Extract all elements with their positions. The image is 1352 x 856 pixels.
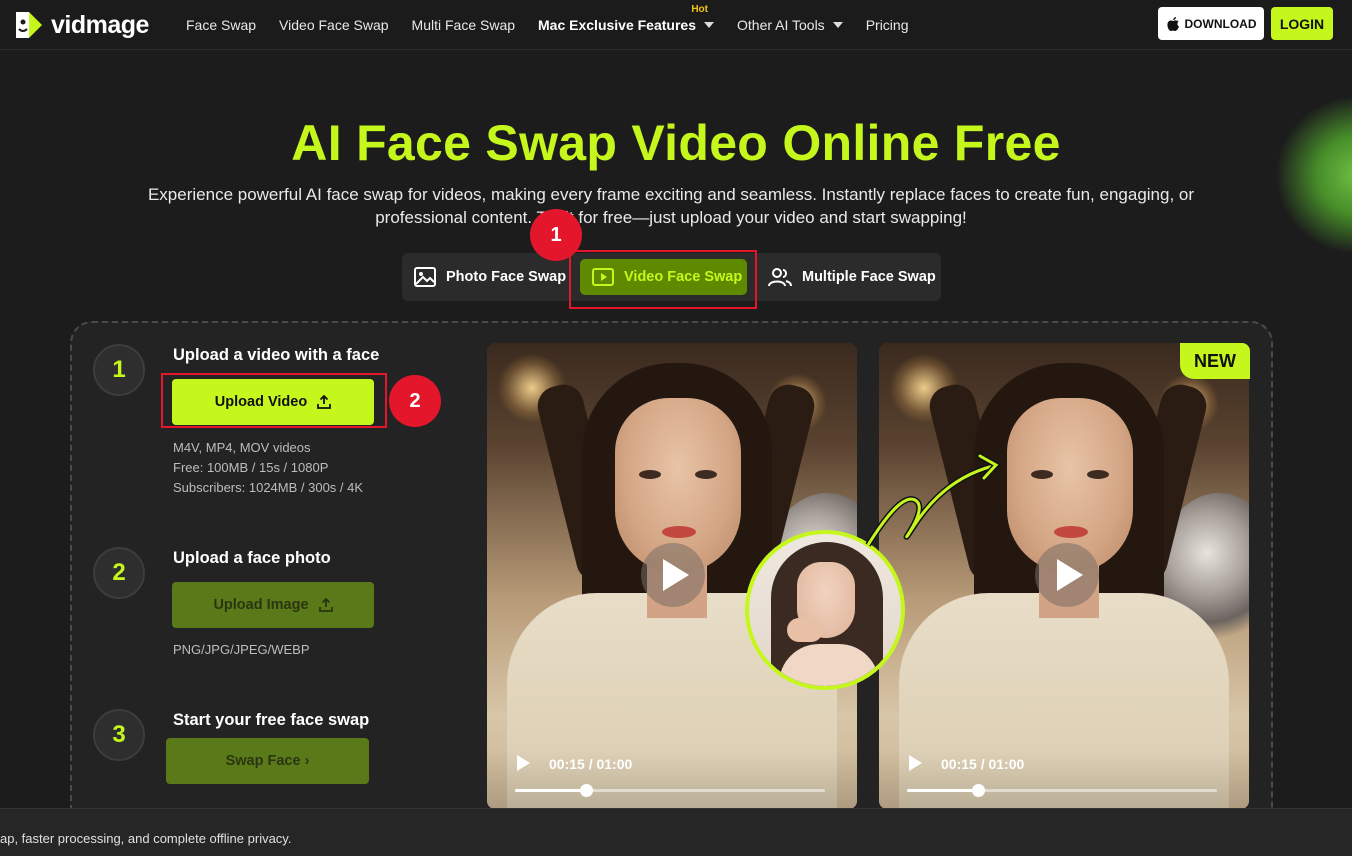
play-icon <box>663 559 689 591</box>
brand-name: vidmage <box>51 10 149 39</box>
video-progress-fill <box>907 789 979 792</box>
tab-multiple-face-swap[interactable]: Multiple Face Swap <box>768 253 936 301</box>
upload-image-button[interactable]: Upload Image <box>172 582 374 628</box>
page-title: AI Face Swap Video Online Free <box>291 115 1061 171</box>
eye <box>639 470 661 479</box>
hero-subtitle: Experience powerful AI face swap for vid… <box>147 185 1195 227</box>
tab-photo-face-swap[interactable]: Photo Face Swap <box>414 253 566 301</box>
step-title: Upload a face photo <box>173 549 331 567</box>
video-time: 00:15 / 01:00 <box>941 756 1025 772</box>
lips <box>662 526 696 538</box>
chevron-down-icon <box>704 22 714 28</box>
step-note: PNG/JPG/JPEG/WEBP <box>173 640 310 660</box>
step-note: M4V, MP4, MOV videos Free: 100MB / 15s /… <box>173 438 363 498</box>
step-number: 3 <box>93 709 145 761</box>
login-button[interactable]: LOGIN <box>1271 7 1333 40</box>
subscriber-limit-note: Subscribers: 1024MB / 300s / 4K <box>173 480 364 495</box>
brand-logo[interactable]: vidmage <box>13 8 149 42</box>
video-time: 00:15 / 01:00 <box>549 756 633 772</box>
free-limit-note: Free: 100MB / 15s / 1080P <box>173 460 329 475</box>
image-icon <box>414 267 436 287</box>
tab-multi-label: Multiple Face Swap <box>802 269 936 285</box>
eye <box>1031 470 1053 479</box>
bottom-banner-text: ap, faster processing, and complete offl… <box>0 831 292 846</box>
video-progress-bar[interactable] <box>515 784 825 797</box>
swap-arrow-icon <box>865 453 1001 547</box>
nav-other-label: Other AI Tools <box>737 17 825 33</box>
step-title: Upload a video with a face <box>173 346 380 364</box>
video-controls <box>879 749 1249 809</box>
nav-mac-label: Mac Exclusive Features <box>538 17 696 33</box>
highlight-video-tab <box>569 250 757 309</box>
upload-icon <box>318 598 333 612</box>
nav-mac-exclusive-features[interactable]: Mac Exclusive Features Hot <box>538 4 714 33</box>
eye <box>1087 470 1109 479</box>
users-icon <box>768 268 792 287</box>
nav-face-swap[interactable]: Face Swap <box>186 17 256 33</box>
image-format-note: PNG/JPG/JPEG/WEBP <box>173 642 310 657</box>
play-overlay-button[interactable] <box>1035 543 1099 607</box>
play-icon[interactable] <box>517 755 530 771</box>
download-button[interactable]: DOWNLOAD <box>1158 7 1264 40</box>
hand <box>787 618 823 642</box>
annotation-marker-1: 1 <box>530 209 582 261</box>
step-number: 1 <box>93 344 145 396</box>
play-icon <box>1057 559 1083 591</box>
video-progress-bar[interactable] <box>907 784 1217 797</box>
nav-multi-face-swap[interactable]: Multi Face Swap <box>412 17 515 33</box>
swapped-video-preview[interactable]: 00:15 / 01:00 <box>879 343 1249 809</box>
play-icon[interactable] <box>909 755 922 771</box>
video-controls <box>487 749 857 809</box>
nav-other-ai-tools[interactable]: Other AI Tools <box>737 17 843 33</box>
swap-face-button[interactable]: Swap Face › <box>166 738 369 784</box>
video-progress-fill <box>515 789 587 792</box>
source-face-photo <box>745 530 905 690</box>
apple-icon <box>1166 16 1179 31</box>
hot-badge: Hot <box>691 4 708 15</box>
tab-photo-label: Photo Face Swap <box>446 269 567 285</box>
format-note: M4V, MP4, MOV videos <box>173 440 311 455</box>
eye <box>695 470 717 479</box>
annotation-marker-2: 2 <box>389 375 441 427</box>
step-number: 2 <box>93 547 145 599</box>
nav-video-face-swap[interactable]: Video Face Swap <box>279 17 388 33</box>
lips <box>1054 526 1088 538</box>
step-title: Start your free face swap <box>173 711 370 729</box>
vidmage-logo-icon <box>16 12 42 38</box>
top-navigation: vidmage Face Swap Video Face Swap Multi … <box>0 0 1352 50</box>
upload-image-label: Upload Image <box>213 597 309 613</box>
new-badge: NEW <box>1180 343 1250 379</box>
download-label: DOWNLOAD <box>1184 16 1257 31</box>
nav-pricing[interactable]: Pricing <box>866 17 909 33</box>
play-overlay-button[interactable] <box>641 543 705 607</box>
chevron-down-icon <box>832 22 843 28</box>
highlight-upload-video <box>161 373 387 428</box>
